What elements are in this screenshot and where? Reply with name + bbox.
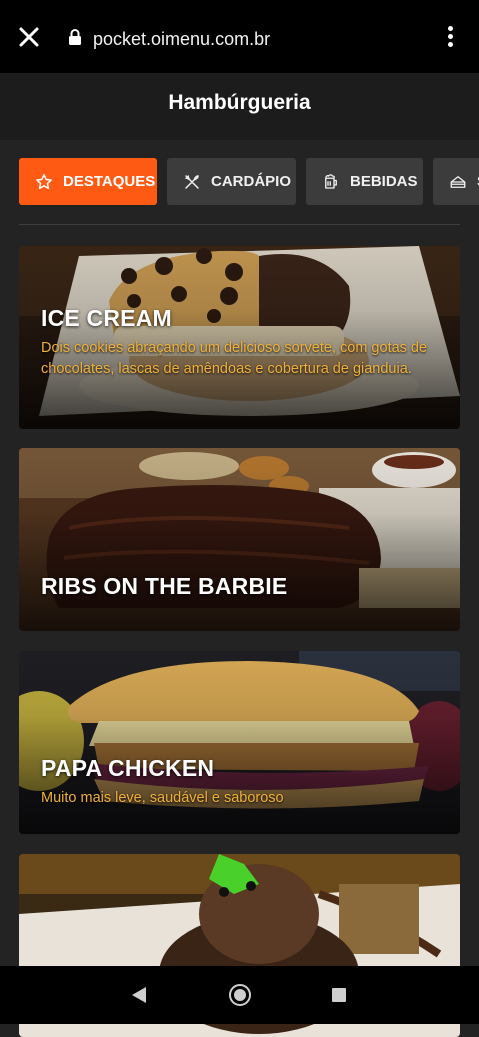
tab-sobremesas[interactable]: S	[433, 158, 479, 205]
url-text[interactable]: pocket.oimenu.com.br	[93, 28, 270, 50]
home-icon[interactable]	[229, 984, 251, 1006]
tab-bebidas[interactable]: BEBIDAS	[306, 158, 423, 205]
tab-label: BEBIDAS	[350, 173, 418, 190]
card-title: PAPA CHICKEN	[41, 755, 215, 781]
card-title: ICE CREAM	[41, 305, 172, 331]
tab-destaques[interactable]: DESTAQUES	[19, 158, 157, 205]
tab-label: CARDÁPIO	[211, 173, 292, 190]
divider	[19, 224, 460, 225]
tab-cardapio[interactable]: CARDÁPIO	[167, 158, 296, 205]
card-shade	[19, 448, 460, 631]
card-description: Muito mais leve, saudável e saboroso	[41, 790, 284, 806]
more-vert-icon[interactable]	[443, 26, 457, 50]
tab-label: DESTAQUES	[63, 173, 156, 190]
menu-card-papa-chicken[interactable]: PAPA CHICKEN Muito mais leve, saudável e…	[19, 651, 460, 834]
lock-icon	[69, 29, 81, 45]
app-header: Hambúrgueria	[0, 73, 479, 140]
card-description: Dois cookies abraçando um delicioso sorv…	[41, 340, 428, 377]
system-nav-bar	[0, 966, 479, 1024]
beer-mug-icon	[325, 173, 337, 189]
category-tabs: DESTAQUES CARDÁPIO BEBIDAS S	[0, 158, 479, 206]
recents-icon[interactable]	[332, 988, 346, 1002]
menu-card-ice-cream[interactable]: ICE CREAM Dois cookies abraçando um deli…	[19, 246, 460, 429]
page-title: Hambúrgueria	[168, 91, 311, 114]
utensils-icon	[185, 174, 199, 189]
card-title: RIBS ON THE BARBIE	[41, 573, 288, 599]
back-icon[interactable]	[130, 986, 148, 1004]
cake-icon	[450, 175, 466, 188]
browser-bar: pocket.oimenu.com.br	[0, 0, 479, 73]
close-icon[interactable]	[18, 26, 40, 48]
menu-card-ribs[interactable]: RIBS ON THE BARBIE	[19, 448, 460, 631]
star-icon	[36, 173, 52, 189]
